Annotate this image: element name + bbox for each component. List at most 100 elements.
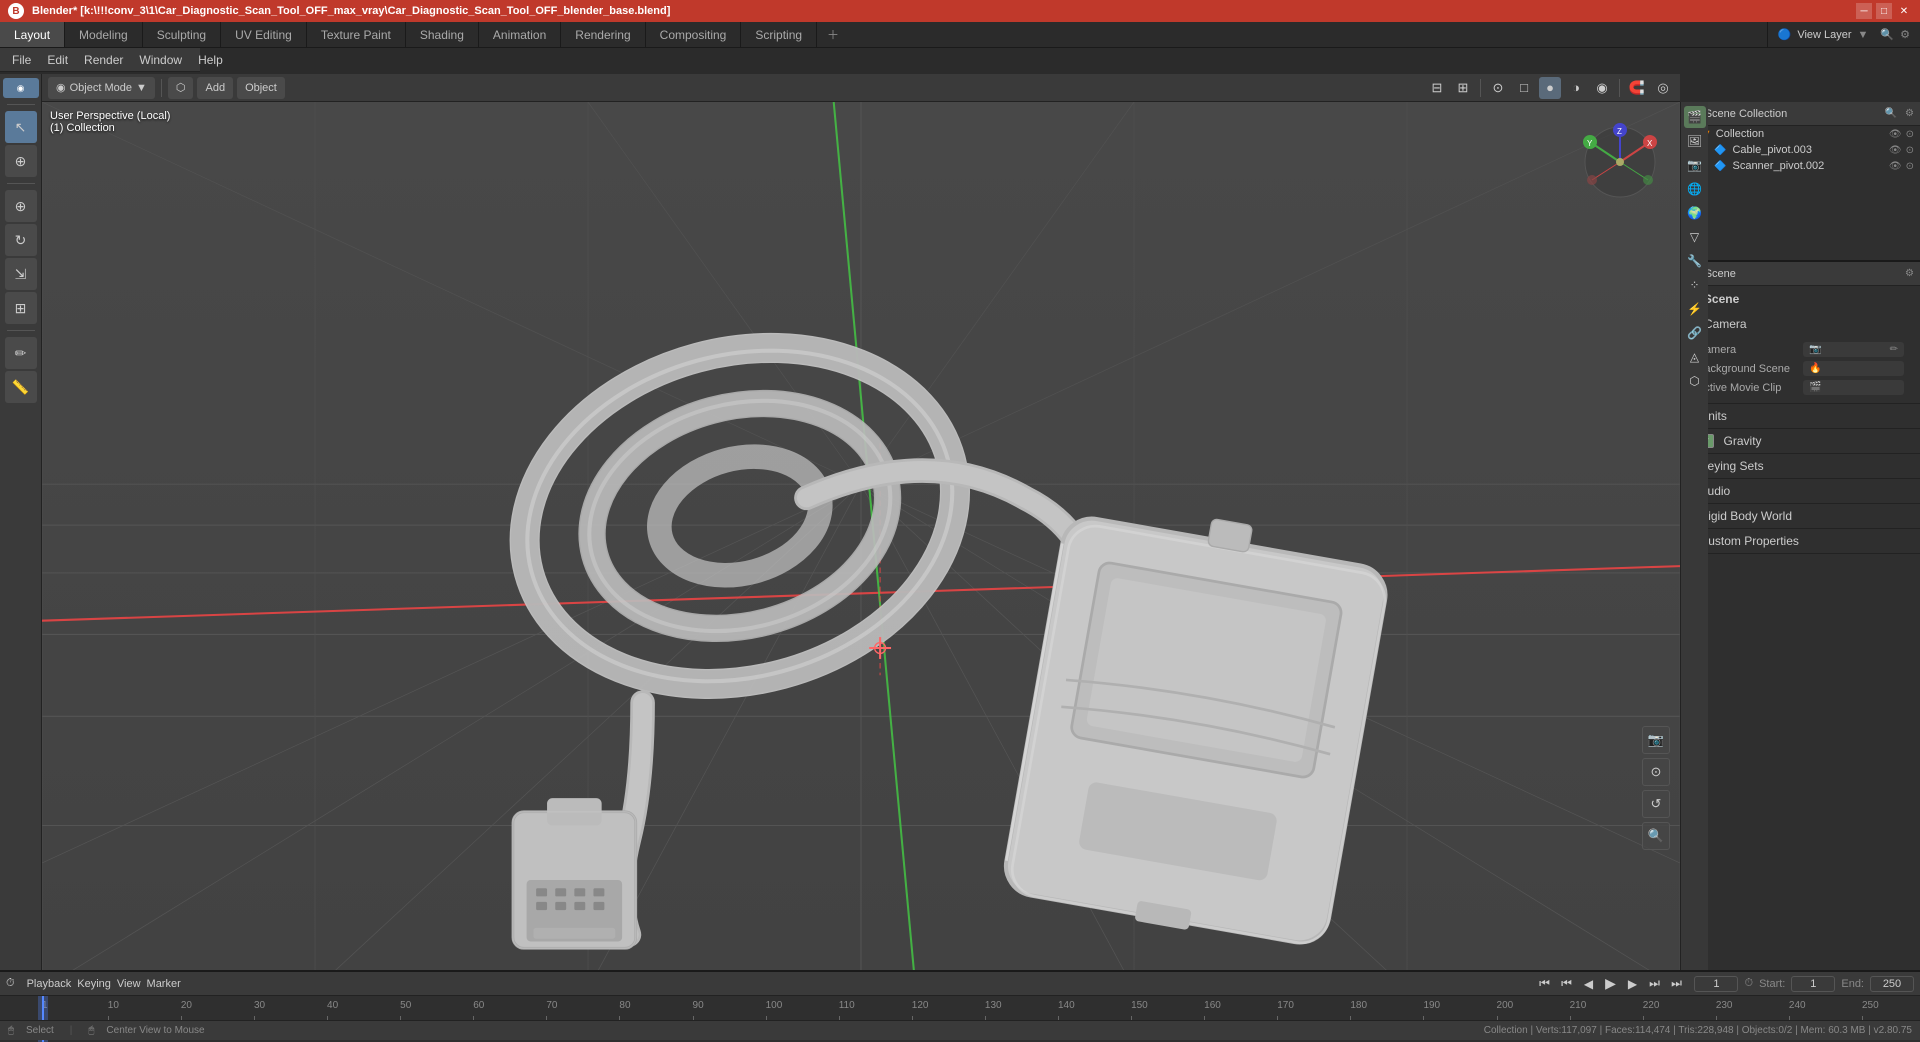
- rigid-body-header[interactable]: ▸ Rigid Body World: [1681, 504, 1920, 528]
- view-layer-expand[interactable]: ▼: [1858, 29, 1869, 41]
- outliner-item-collection[interactable]: ▼ ▼ Collection 👁 ⊙: [1681, 126, 1920, 142]
- prop-icon-physics[interactable]: ⚡: [1684, 298, 1706, 320]
- viewport-3d[interactable]: User Perspective (Local) (1) Collection …: [42, 102, 1680, 970]
- tool-scale[interactable]: ⇲: [5, 258, 37, 290]
- menu-render[interactable]: Render: [76, 51, 131, 69]
- tab-shading[interactable]: Shading: [406, 22, 479, 47]
- proportional-edit[interactable]: ◎: [1652, 77, 1674, 99]
- camera-prop-value[interactable]: 📷 ✏: [1803, 342, 1904, 357]
- prop-icon-material[interactable]: ⬡: [1684, 370, 1706, 392]
- minimize-button[interactable]: ─: [1856, 3, 1872, 19]
- tab-rendering[interactable]: Rendering: [561, 22, 645, 47]
- menu-help[interactable]: Help: [190, 51, 231, 69]
- prop-icon-view-layer[interactable]: 📷: [1684, 154, 1706, 176]
- add-menu[interactable]: Add: [197, 77, 233, 99]
- close-button[interactable]: ✕: [1896, 3, 1912, 19]
- material-preview[interactable]: ◑: [1565, 77, 1587, 99]
- outliner-settings[interactable]: ⚙: [1905, 108, 1914, 119]
- scanner-eye2[interactable]: ⊙: [1906, 161, 1914, 172]
- viewport-shading-wire[interactable]: ⬡: [168, 77, 194, 99]
- keying-sets-header[interactable]: ▸ Keying Sets: [1681, 454, 1920, 478]
- gravity-section-header[interactable]: ▸ ✓ Gravity: [1681, 429, 1920, 453]
- rendered-preview[interactable]: ◉: [1591, 77, 1613, 99]
- tl-step-forward[interactable]: ▶: [1622, 974, 1642, 994]
- scene-filter-icon[interactable]: 🔍: [1880, 28, 1894, 41]
- scanner-eye[interactable]: 👁: [1889, 161, 1902, 172]
- add-workspace-button[interactable]: ＋: [817, 22, 849, 47]
- custom-props-header[interactable]: ▸ Custom Properties: [1681, 529, 1920, 553]
- tl-step-back[interactable]: ◀: [1578, 974, 1598, 994]
- tool-cursor[interactable]: ⊕: [5, 145, 37, 177]
- show-in-front[interactable]: ⊙: [1487, 77, 1509, 99]
- outliner-item-scanner[interactable]: ▸ 🔷 Scanner_pivot.002 👁 ⊙: [1681, 158, 1920, 174]
- tool-annotate[interactable]: ✏: [5, 337, 37, 369]
- camera-view-btn[interactable]: 📷: [1642, 726, 1670, 754]
- prop-icon-scene[interactable]: 🌐: [1684, 178, 1706, 200]
- tl-play-pause[interactable]: ▶: [1600, 974, 1620, 994]
- tab-modeling[interactable]: Modeling: [65, 22, 143, 47]
- collection-eye[interactable]: 👁: [1889, 129, 1902, 140]
- nav-orbit[interactable]: ↺: [1642, 790, 1670, 818]
- tl-next-keyframe[interactable]: ⏭: [1644, 974, 1664, 994]
- props-settings[interactable]: ⚙: [1905, 268, 1914, 279]
- outliner-item-cable[interactable]: ▸ 🔷 Cable_pivot.003 👁 ⊙: [1681, 142, 1920, 158]
- cable-eye2[interactable]: ⊙: [1906, 145, 1914, 156]
- menu-window[interactable]: Window: [131, 51, 190, 69]
- solid-shading[interactable]: ●: [1539, 77, 1561, 99]
- tool-select[interactable]: ↖: [5, 111, 37, 143]
- viewport-gizmos-icon[interactable]: ⊞: [1452, 77, 1474, 99]
- snap-icon[interactable]: 🧲: [1626, 77, 1648, 99]
- scene-options-icon[interactable]: ⚙: [1900, 28, 1910, 41]
- tool-measure[interactable]: 📏: [5, 371, 37, 403]
- tool-rotate[interactable]: ↻: [5, 224, 37, 256]
- marker-menu[interactable]: Marker: [147, 978, 181, 990]
- playback-menu[interactable]: Playback: [27, 978, 72, 990]
- view-layer-name[interactable]: View Layer: [1797, 29, 1851, 41]
- tool-transform[interactable]: ⊞: [5, 292, 37, 324]
- collection-eye2[interactable]: ⊙: [1906, 129, 1914, 140]
- camera-btn2[interactable]: ⊙: [1642, 758, 1670, 786]
- camera-section-header[interactable]: ▼ Camera: [1681, 312, 1920, 336]
- mode-selector[interactable]: ◉: [3, 78, 39, 98]
- tab-compositing[interactable]: Compositing: [646, 22, 742, 47]
- current-frame-input[interactable]: [1694, 976, 1738, 992]
- movie-clip-value[interactable]: 🎬: [1803, 380, 1904, 395]
- tab-layout[interactable]: Layout: [0, 22, 65, 47]
- tab-uv-editing[interactable]: UV Editing: [221, 22, 307, 47]
- wireframe-toggle[interactable]: □: [1513, 77, 1535, 99]
- tl-prev-keyframe[interactable]: ⏮: [1556, 974, 1576, 994]
- nav-zoom[interactable]: 🔍: [1642, 822, 1670, 850]
- prop-icon-object[interactable]: ▽: [1684, 226, 1706, 248]
- audio-section-header[interactable]: ▸ Audio: [1681, 479, 1920, 503]
- tab-scripting[interactable]: Scripting: [741, 22, 817, 47]
- prop-icon-data[interactable]: ◬: [1684, 346, 1706, 368]
- prop-icon-constraints[interactable]: 🔗: [1684, 322, 1706, 344]
- end-frame-input[interactable]: [1870, 976, 1914, 992]
- menu-edit[interactable]: Edit: [39, 51, 76, 69]
- prop-icon-modifiers[interactable]: 🔧: [1684, 250, 1706, 272]
- tab-texture-paint[interactable]: Texture Paint: [307, 22, 406, 47]
- bg-scene-value[interactable]: 🔥: [1803, 361, 1904, 376]
- tool-move[interactable]: ⊕: [5, 190, 37, 222]
- window-controls[interactable]: ─ □ ✕: [1856, 3, 1912, 19]
- object-menu[interactable]: Object: [237, 77, 285, 99]
- prop-icon-particles[interactable]: ⁘: [1684, 274, 1706, 296]
- keying-menu[interactable]: Keying: [77, 978, 111, 990]
- prop-icon-world[interactable]: 🌍: [1684, 202, 1706, 224]
- tab-animation[interactable]: Animation: [479, 22, 561, 47]
- prop-icon-render[interactable]: 🎬: [1684, 106, 1706, 128]
- viewport-overlays-icon[interactable]: ⊟: [1426, 77, 1448, 99]
- start-frame-input[interactable]: [1791, 976, 1835, 992]
- cable-eye[interactable]: 👁: [1889, 145, 1902, 156]
- view-menu[interactable]: View: [117, 978, 141, 990]
- maximize-button[interactable]: □: [1876, 3, 1892, 19]
- units-section-header[interactable]: ▸ Units: [1681, 404, 1920, 428]
- navigation-gizmo[interactable]: X Y Z: [1580, 122, 1660, 202]
- object-mode-dropdown[interactable]: ◉ Object Mode ▼: [48, 77, 155, 99]
- camera-edit-icon[interactable]: ✏: [1890, 344, 1898, 355]
- tab-sculpting[interactable]: Sculpting: [143, 22, 221, 47]
- menu-file[interactable]: File: [4, 51, 39, 69]
- tl-jump-end[interactable]: ⏭: [1666, 974, 1686, 994]
- outliner-filter[interactable]: 🔍: [1885, 108, 1897, 119]
- prop-icon-output[interactable]: 🖼: [1684, 130, 1706, 152]
